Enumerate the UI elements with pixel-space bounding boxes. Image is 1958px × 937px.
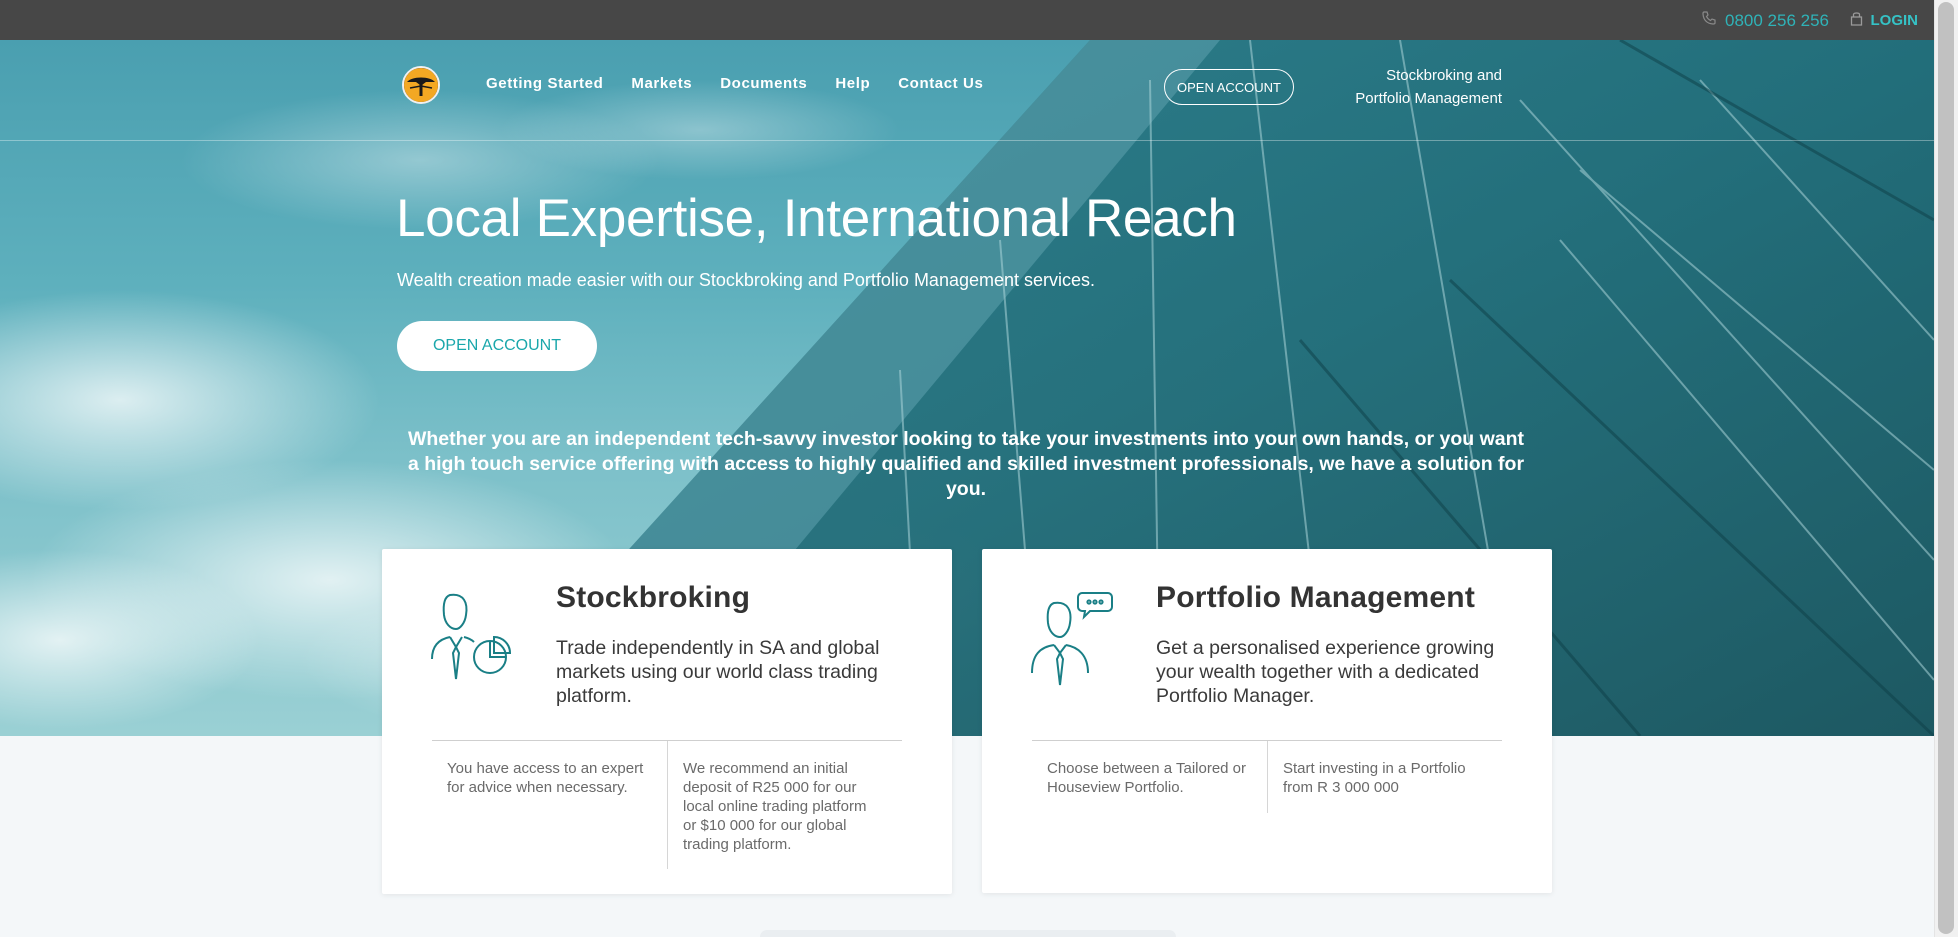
portfolio-management-card[interactable]: Portfolio Management Get a personalised … (982, 549, 1552, 893)
card-title: Stockbroking (556, 581, 751, 614)
nav-tagline-line2: Portfolio Management (1355, 90, 1502, 107)
nav-tagline-line1: Stockbroking and (1386, 67, 1502, 84)
hero-background-image (0, 40, 1934, 736)
login-label: LOGIN (1870, 11, 1919, 29)
hero-open-account-button[interactable]: OPEN ACCOUNT (397, 321, 597, 371)
card-description: Trade independently in SA and global mar… (556, 637, 880, 707)
nav-links: Getting Started Markets Documents Help C… (486, 75, 983, 92)
hero-title: Local Expertise, International Reach (396, 189, 1237, 248)
lock-icon (1850, 10, 1863, 30)
card-description: Get a personalised experience growing yo… (1156, 637, 1495, 707)
top-utility-bar: 0800 256 256 LOGIN (0, 0, 1934, 40)
feature-separator (1267, 741, 1268, 813)
hero-subtitle: Wealth creation made easier with our Sto… (397, 270, 1096, 290)
nav-getting-started[interactable]: Getting Started (486, 75, 603, 92)
card-feature: You have access to an expert for advice … (447, 760, 644, 796)
phone-link[interactable]: 0800 256 256 (1701, 10, 1829, 31)
advisor-chat-icon (1028, 589, 1114, 686)
feature-separator (667, 741, 668, 869)
investor-chart-icon (428, 589, 514, 685)
card-feature: Choose between a Tailored or Houseview P… (1047, 760, 1247, 796)
nav-divider (0, 140, 1934, 141)
login-link[interactable]: LOGIN (1850, 10, 1919, 30)
card-feature: We recommend an initial deposit of R25 0… (683, 760, 867, 853)
scrollbar-thumb[interactable] (1938, 2, 1954, 934)
nav-open-account-button[interactable]: OPEN ACCOUNT (1164, 69, 1294, 105)
section-peek (760, 930, 1176, 937)
page: 0800 256 256 LOGIN Getting Started Marke… (0, 0, 1934, 937)
stockbroking-card[interactable]: Stockbroking Trade independently in SA a… (382, 549, 952, 894)
nav-documents[interactable]: Documents (720, 75, 807, 92)
hero-lead-text: Whether you are an independent tech-savv… (407, 428, 1525, 500)
brand-logo[interactable] (402, 66, 440, 104)
main-nav: Getting Started Markets Documents Help C… (0, 40, 1934, 140)
phone-number: 0800 256 256 (1725, 10, 1829, 30)
nav-markets[interactable]: Markets (631, 75, 692, 92)
tree-logo-icon (404, 68, 438, 102)
card-feature: Start investing in a Portfolio from R 3 … (1283, 760, 1466, 796)
nav-contact-us[interactable]: Contact Us (898, 75, 983, 92)
page-scrollbar[interactable] (1934, 0, 1958, 937)
hero-section (0, 40, 1934, 736)
card-title: Portfolio Management (1156, 581, 1476, 614)
phone-icon (1701, 10, 1717, 31)
nav-tagline: Stockbroking and Portfolio Management (1340, 64, 1502, 110)
nav-help[interactable]: Help (835, 75, 870, 92)
